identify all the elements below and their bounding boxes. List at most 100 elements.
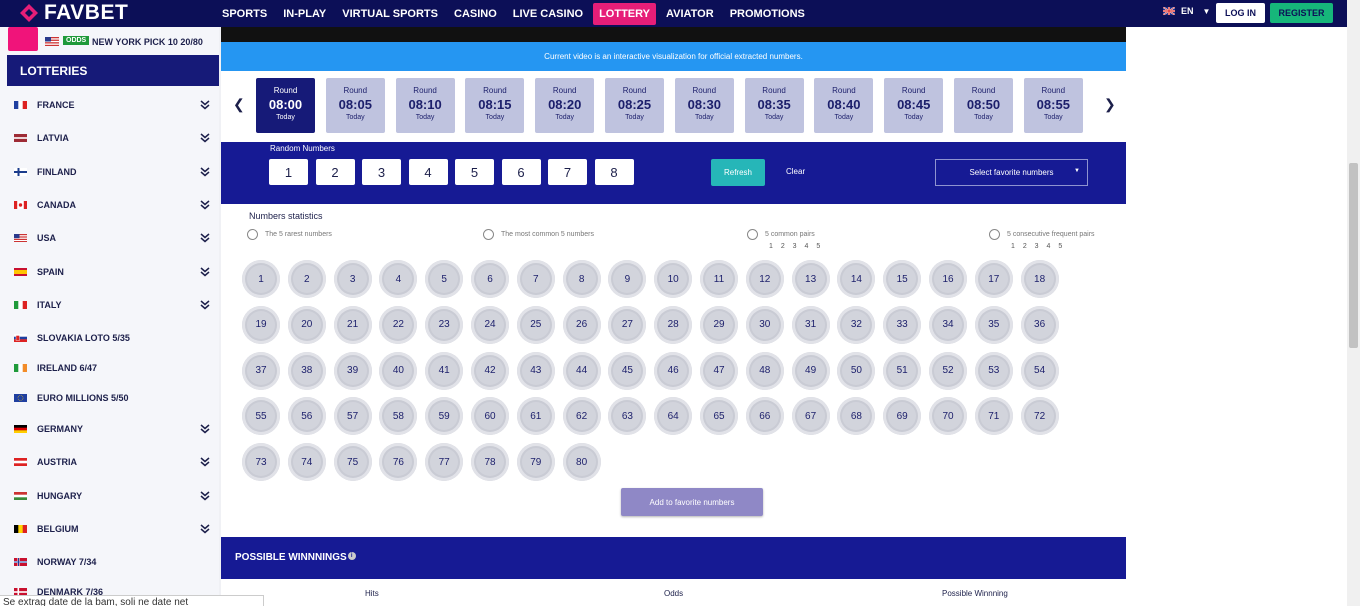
number-ball-69[interactable]: 69 <box>883 397 922 436</box>
radio-button[interactable] <box>989 229 1000 240</box>
number-ball-6[interactable]: 6 <box>471 260 509 298</box>
scrollbar-thumb[interactable] <box>1349 163 1358 348</box>
number-ball-50[interactable]: 50 <box>837 351 876 390</box>
number-ball-22[interactable]: 22 <box>379 305 418 344</box>
nav-aviator[interactable]: AVIATOR <box>660 3 720 25</box>
number-ball-49[interactable]: 49 <box>791 351 830 390</box>
number-ball-2[interactable]: 2 <box>287 260 326 298</box>
nav-lottery[interactable]: LOTTERY <box>593 2 657 25</box>
double-chevron-down-icon[interactable] <box>199 100 211 110</box>
number-ball-53[interactable]: 53 <box>974 351 1013 390</box>
random-number-5[interactable]: 5 <box>455 159 494 185</box>
number-ball-75[interactable]: 75 <box>333 443 372 482</box>
number-ball-10[interactable]: 10 <box>654 260 693 298</box>
sidebar-item-finland[interactable]: FINLAND <box>0 160 219 184</box>
video-player[interactable] <box>221 27 1126 42</box>
number-ball-42[interactable]: 42 <box>471 351 509 390</box>
number-ball-17[interactable]: 17 <box>974 260 1013 298</box>
number-ball-80[interactable]: 80 <box>562 443 601 482</box>
random-number-6[interactable]: 6 <box>501 159 541 185</box>
number-ball-26[interactable]: 26 <box>562 305 601 344</box>
number-ball-21[interactable]: 21 <box>333 305 372 344</box>
random-number-2[interactable]: 2 <box>315 159 355 185</box>
login-button[interactable]: LOG IN <box>1216 3 1265 23</box>
double-chevron-down-icon[interactable] <box>199 167 211 177</box>
sidebar-top-item[interactable]: ODDS NEW YORK PICK 10 20/80 <box>8 27 219 53</box>
most-common-option[interactable]: The most common 5 numbers <box>483 229 594 240</box>
number-ball-60[interactable]: 60 <box>471 397 509 436</box>
round-tab-0845[interactable]: Round 08:45 Today <box>884 78 944 133</box>
number-ball-33[interactable]: 33 <box>883 305 922 344</box>
consecutive-pairs-option[interactable]: 5 consecutive frequent pairs <box>989 229 1095 240</box>
number-ball-62[interactable]: 62 <box>562 397 601 436</box>
random-number-8[interactable]: 8 <box>594 159 634 185</box>
number-ball-44[interactable]: 44 <box>562 351 601 390</box>
nav-in-play[interactable]: IN-PLAY <box>277 3 332 25</box>
sidebar-item-euro-millions-5-50[interactable]: EURO MILLIONS 5/50 <box>0 386 219 410</box>
number-ball-74[interactable]: 74 <box>287 443 326 482</box>
number-ball-40[interactable]: 40 <box>379 351 418 390</box>
number-ball-71[interactable]: 71 <box>974 397 1013 436</box>
double-chevron-down-icon[interactable] <box>199 300 211 310</box>
page-scrollbar[interactable] <box>1347 0 1360 606</box>
number-ball-13[interactable]: 13 <box>791 260 830 298</box>
sidebar-item-slovakia-loto-5-35[interactable]: SLOVAKIA LOTO 5/35 <box>0 326 219 350</box>
nav-promotions[interactable]: PROMOTIONS <box>724 3 811 25</box>
number-ball-23[interactable]: 23 <box>425 305 464 344</box>
double-chevron-down-icon[interactable] <box>199 267 211 277</box>
favorite-numbers-select[interactable]: Select favorite numbers ▼ <box>935 159 1088 186</box>
chevron-right-icon[interactable]: ❯ <box>1104 96 1116 113</box>
number-ball-58[interactable]: 58 <box>379 397 418 436</box>
double-chevron-down-icon[interactable] <box>199 457 211 467</box>
number-ball-48[interactable]: 48 <box>745 351 784 390</box>
number-ball-4[interactable]: 4 <box>379 260 418 298</box>
number-ball-46[interactable]: 46 <box>654 351 693 390</box>
number-ball-66[interactable]: 66 <box>745 397 784 436</box>
number-ball-5[interactable]: 5 <box>425 260 464 298</box>
register-button[interactable]: REGISTER <box>1270 3 1333 23</box>
number-ball-1[interactable]: 1 <box>242 260 280 298</box>
number-ball-8[interactable]: 8 <box>562 260 601 298</box>
number-ball-63[interactable]: 63 <box>608 397 647 436</box>
number-ball-54[interactable]: 54 <box>1020 351 1059 390</box>
number-ball-39[interactable]: 39 <box>333 351 372 390</box>
number-ball-31[interactable]: 31 <box>791 305 830 344</box>
number-ball-67[interactable]: 67 <box>791 397 830 436</box>
sidebar-item-usa[interactable]: USA <box>0 226 219 250</box>
number-ball-34[interactable]: 34 <box>929 305 967 344</box>
round-tab-0820[interactable]: Round 08:20 Today <box>535 78 595 133</box>
double-chevron-down-icon[interactable] <box>199 233 211 243</box>
nav-casino[interactable]: CASINO <box>448 3 503 25</box>
round-tab-0830[interactable]: Round 08:30 Today <box>674 78 734 133</box>
number-ball-24[interactable]: 24 <box>471 305 509 344</box>
number-ball-73[interactable]: 73 <box>242 443 280 482</box>
number-ball-19[interactable]: 19 <box>242 305 280 344</box>
number-ball-78[interactable]: 78 <box>471 443 509 482</box>
round-tab-0825[interactable]: Round 08:25 Today <box>605 78 664 133</box>
sidebar-item-germany[interactable]: GERMANY <box>0 417 219 441</box>
double-chevron-down-icon[interactable] <box>199 424 211 434</box>
number-ball-43[interactable]: 43 <box>516 351 555 390</box>
number-ball-28[interactable]: 28 <box>654 305 693 344</box>
number-ball-29[interactable]: 29 <box>700 305 738 344</box>
sidebar-item-belgium[interactable]: BELGIUM <box>0 517 219 541</box>
sidebar-item-hungary[interactable]: HUNGARY <box>0 484 219 508</box>
round-tab-0840[interactable]: Round 08:40 Today <box>814 78 874 133</box>
sidebar-item-canada[interactable]: CANADA <box>0 193 219 217</box>
number-ball-77[interactable]: 77 <box>425 443 464 482</box>
nav-live-casino[interactable]: LIVE CASINO <box>507 3 589 25</box>
add-to-favorite-button[interactable]: Add to favorite numbers <box>621 488 763 516</box>
number-ball-45[interactable]: 45 <box>608 351 647 390</box>
number-ball-64[interactable]: 64 <box>654 397 693 436</box>
number-ball-79[interactable]: 79 <box>516 443 555 482</box>
round-tab-0810[interactable]: Round 08:10 Today <box>395 78 455 133</box>
number-ball-11[interactable]: 11 <box>700 260 738 298</box>
double-chevron-down-icon[interactable] <box>199 524 211 534</box>
random-number-7[interactable]: 7 <box>548 159 587 185</box>
round-tab-0815[interactable]: Round 08:15 Today <box>465 78 525 133</box>
number-ball-14[interactable]: 14 <box>837 260 876 298</box>
number-ball-25[interactable]: 25 <box>516 305 555 344</box>
number-ball-57[interactable]: 57 <box>333 397 372 436</box>
rarest-numbers-option[interactable]: The 5 rarest numbers <box>247 229 332 240</box>
number-ball-27[interactable]: 27 <box>608 305 647 344</box>
